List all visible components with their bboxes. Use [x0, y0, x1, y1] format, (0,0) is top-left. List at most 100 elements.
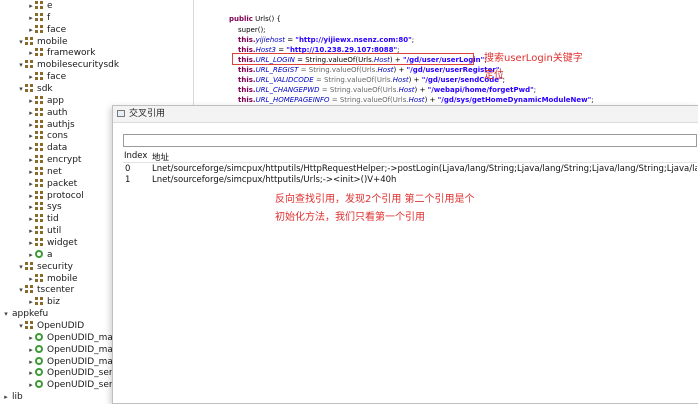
- table-row-index[interactable]: 1: [125, 175, 130, 185]
- table-row-index[interactable]: 0: [125, 164, 130, 174]
- tree-item[interactable]: ▾ OpenUDID: [17, 320, 84, 332]
- expand-icon[interactable]: ▸: [27, 95, 35, 107]
- dialog-title-bar[interactable]: 交叉引用: [113, 106, 698, 123]
- tree-item[interactable]: ▸ protocol: [27, 190, 84, 202]
- expand-icon[interactable]: ▸: [27, 332, 35, 344]
- tree-item[interactable]: ▸ net: [27, 166, 62, 178]
- tree-item[interactable]: ▸ cons: [27, 130, 68, 142]
- code-line: this.URL_HOMEPAGEINFO = String.valueOf(U…: [238, 96, 594, 104]
- expand-icon[interactable]: ▸: [27, 296, 35, 308]
- expand-icon[interactable]: ▸: [27, 130, 35, 142]
- tree-item-label: auth: [47, 107, 68, 118]
- package-icon: [35, 24, 43, 33]
- tree-item[interactable]: ▸ widget: [27, 237, 77, 249]
- package-icon: [25, 285, 33, 294]
- tree-item[interactable]: ▾ security: [17, 261, 73, 273]
- tree-item[interactable]: ▸ e: [27, 0, 53, 12]
- tree-item-label: packet: [47, 178, 78, 189]
- expand-icon[interactable]: ▸: [27, 225, 35, 237]
- collapse-icon[interactable]: ▾: [2, 308, 10, 320]
- tree-item[interactable]: ▸ tid: [27, 213, 59, 225]
- locate-annotation: 定位: [484, 70, 504, 81]
- collapse-icon[interactable]: ▾: [17, 320, 25, 332]
- expand-icon[interactable]: ▸: [27, 344, 35, 356]
- tree-item[interactable]: ▾ mobile: [17, 36, 68, 48]
- package-icon: [35, 12, 43, 21]
- code-line: this.URL_CHANGEPWD = String.valueOf(Urls…: [238, 86, 537, 94]
- collapse-icon[interactable]: ▾: [17, 36, 25, 48]
- expand-icon[interactable]: ▸: [27, 71, 35, 83]
- tree-item-label: mobile: [47, 273, 78, 284]
- tree-item[interactable]: ▸ sys: [27, 201, 62, 213]
- class-icon: [35, 332, 43, 341]
- tree-item[interactable]: ▸ packet: [27, 178, 77, 190]
- code-line: this.yijiehost = "http://yijiewx.nsenz.c…: [238, 36, 415, 44]
- tree-item-label: sdk: [37, 83, 53, 94]
- expand-icon[interactable]: ▸: [27, 178, 35, 190]
- url-login-highlight-box: [232, 53, 474, 65]
- tree-item-label: lib: [12, 392, 23, 402]
- column-header-index[interactable]: Index: [124, 151, 147, 161]
- expand-icon[interactable]: ▸: [27, 249, 35, 261]
- package-icon: [35, 155, 43, 164]
- tree-item[interactable]: ▸ a: [27, 249, 53, 261]
- class-icon: [35, 380, 43, 389]
- collapse-icon[interactable]: ▾: [17, 284, 25, 296]
- expand-icon[interactable]: ▸: [27, 190, 35, 202]
- tree-item[interactable]: ▸ face: [27, 24, 66, 36]
- expand-icon[interactable]: ▸: [27, 166, 35, 178]
- tree-item[interactable]: ▸ lib: [2, 391, 23, 402]
- package-icon: [35, 1, 43, 9]
- expand-icon[interactable]: ▸: [27, 142, 35, 154]
- expand-icon[interactable]: ▸: [27, 367, 35, 379]
- tree-item-label: face: [47, 72, 67, 83]
- tree-item[interactable]: ▸ f: [27, 12, 50, 24]
- tree-item-label: mobilesecuritysdk: [37, 60, 120, 71]
- package-icon: [35, 143, 43, 152]
- tree-item[interactable]: ▸ encrypt: [27, 154, 81, 166]
- tree-item[interactable]: ▸ util: [27, 225, 61, 237]
- expand-icon[interactable]: ▸: [27, 0, 35, 12]
- code-line: this.URL_REGIST = String.valueOf(Urls.Ho…: [238, 66, 502, 74]
- expand-icon[interactable]: ▸: [27, 47, 35, 59]
- tree-item[interactable]: ▸ auth: [27, 107, 67, 119]
- package-icon: [25, 83, 33, 92]
- window-icon: [117, 110, 125, 117]
- tree-item[interactable]: ▾ mobilesecuritysdk: [17, 59, 119, 71]
- tree-item-label: protocol: [47, 190, 84, 201]
- tree-item[interactable]: ▸ app: [27, 95, 64, 107]
- expand-icon[interactable]: ▸: [27, 24, 35, 36]
- dialog-search-input[interactable]: [123, 134, 697, 147]
- tree-item[interactable]: ▸ biz: [27, 296, 60, 308]
- expand-icon[interactable]: ▸: [27, 119, 35, 131]
- tree-item[interactable]: ▸ framework: [27, 47, 95, 59]
- expand-icon[interactable]: ▸: [2, 391, 10, 402]
- expand-icon[interactable]: ▸: [27, 107, 35, 119]
- tree-item[interactable]: ▸ authjs: [27, 119, 75, 131]
- tree-item-label: data: [47, 143, 68, 154]
- tree-item[interactable]: ▸ mobile: [27, 273, 78, 285]
- expand-icon[interactable]: ▸: [27, 154, 35, 166]
- expand-icon[interactable]: ▸: [27, 12, 35, 24]
- expand-icon[interactable]: ▸: [27, 201, 35, 213]
- package-icon: [35, 107, 43, 116]
- collapse-icon[interactable]: ▾: [17, 261, 25, 273]
- table-row-address[interactable]: Lnet/sourceforge/simcpux/httputils/HttpR…: [152, 164, 697, 174]
- expand-icon[interactable]: ▸: [27, 379, 35, 391]
- expand-icon[interactable]: ▸: [27, 273, 35, 285]
- tree-item[interactable]: ▸ face: [27, 71, 66, 83]
- tree-item-label: mobile: [37, 36, 68, 47]
- tree-item[interactable]: ▾ sdk: [17, 83, 53, 95]
- collapse-icon[interactable]: ▾: [17, 83, 25, 95]
- package-icon: [35, 202, 43, 211]
- expand-icon[interactable]: ▸: [27, 237, 35, 249]
- tree-item[interactable]: ▾ tscenter: [17, 284, 74, 296]
- expand-icon[interactable]: ▸: [27, 356, 35, 368]
- package-icon: [35, 273, 43, 282]
- collapse-icon[interactable]: ▾: [17, 59, 25, 71]
- tree-item[interactable]: ▸ data: [27, 142, 67, 154]
- table-row-address[interactable]: Lnet/sourceforge/simcpux/httputils/Urls;…: [152, 175, 697, 185]
- tree-item[interactable]: ▾ appkefu: [2, 308, 48, 320]
- expand-icon[interactable]: ▸: [27, 213, 35, 225]
- tree-item-label: cons: [47, 131, 68, 142]
